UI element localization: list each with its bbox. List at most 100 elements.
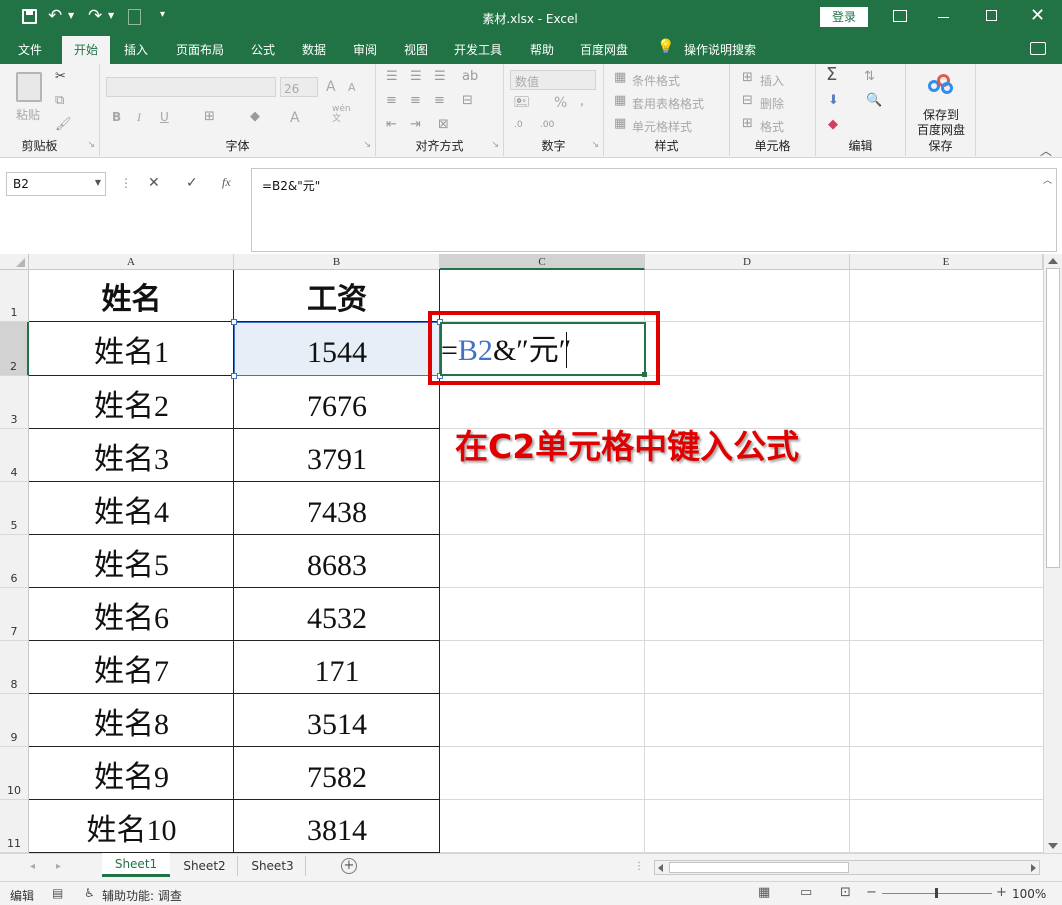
sheet-tab-sheet1[interactable]: Sheet1 [102,853,170,877]
shrink-font-button[interactable]: A [348,81,356,94]
cell-styles-button[interactable]: 单元格样式 [632,118,692,135]
header-cell-name[interactable]: 姓名 [29,278,234,322]
print-preview-icon[interactable] [128,9,141,25]
column-header-d[interactable]: D [645,254,850,270]
insert-cells-button[interactable]: 插入 [760,72,784,89]
formula-input[interactable]: =B2&"元" ︿ [251,168,1057,252]
sheet-tab-sheet2[interactable]: Sheet2 [172,856,238,876]
close-icon[interactable]: ✕ [1030,5,1045,26]
page-layout-view-icon[interactable]: ▭ [800,885,812,900]
tab-tell-me[interactable]: 操作说明搜索 [684,41,756,58]
align-middle-icon[interactable]: ☰ [410,70,422,84]
scroll-up-icon[interactable] [1048,258,1058,264]
scroll-left-icon[interactable] [658,864,663,872]
normal-view-icon[interactable]: ▦ [758,885,770,900]
row-header-2[interactable]: 2 [0,322,29,376]
dialog-launcher-icon[interactable]: ↘ [591,138,599,152]
undo-dropdown-icon[interactable]: ▼ [68,11,74,20]
salary-cell[interactable]: 7676 [234,384,440,429]
zoom-slider-thumb[interactable] [935,888,938,898]
baidu-cloud-icon[interactable] [928,74,954,96]
tab-split-icon[interactable]: ⋮ [634,861,644,872]
name-box-dropdown-icon[interactable]: ▼ [95,178,101,187]
zoom-level[interactable]: 100% [1012,887,1046,901]
tab-file[interactable]: 文件 [18,41,42,58]
tab-developer[interactable]: 开发工具 [454,41,502,58]
salary-cell[interactable]: 171 [234,649,440,694]
format-as-table-icon[interactable]: ▦ [614,94,626,108]
macro-record-icon[interactable]: ▤ [52,886,63,900]
column-header-a[interactable]: A [29,254,234,270]
comments-icon[interactable] [1030,42,1046,55]
salary-cell[interactable]: 3814 [234,808,440,853]
tab-formulas[interactable]: 公式 [251,41,275,58]
fill-color-icon[interactable]: ◆ [250,110,260,124]
row-header-1[interactable]: 1 [0,270,29,322]
save-icon[interactable] [22,9,37,24]
format-painter-icon[interactable]: 🖌 [55,118,72,132]
insert-cells-icon[interactable]: ⊞ [742,71,753,85]
comma-style-icon[interactable]: , [580,95,584,109]
scroll-thumb[interactable] [1046,268,1060,568]
undo-icon[interactable]: ↶ [48,6,62,26]
save-to-baidu-line2[interactable]: 百度网盘 [906,121,976,138]
font-size-dropdown[interactable]: 26 [280,77,318,97]
format-as-table-button[interactable]: 套用表格格式 [632,95,704,112]
salary-cell[interactable]: 4532 [234,596,440,641]
format-cells-icon[interactable]: ⊞ [742,117,753,131]
decrease-indent-icon[interactable]: ⇤ [386,118,397,132]
name-cell[interactable]: 姓名6 [29,596,234,641]
add-sheet-icon[interactable]: + [341,858,357,874]
salary-cell[interactable]: 1544 [234,330,440,376]
row-header-10[interactable]: 10 [0,747,29,800]
grow-font-button[interactable]: A [326,79,336,95]
bold-button[interactable]: B [112,110,121,124]
sheet-tab-sheet3[interactable]: Sheet3 [240,856,306,876]
copy-icon[interactable]: ⧉ [55,94,64,108]
minimize-icon[interactable] [938,17,949,18]
tab-insert[interactable]: 插入 [124,41,148,58]
salary-cell[interactable]: 8683 [234,543,440,588]
borders-icon[interactable]: ⊞ [204,110,215,124]
autosum-icon[interactable]: Σ [826,66,837,84]
underline-button[interactable]: U [160,110,169,124]
prev-sheet-icon[interactable]: ◂ [30,861,35,872]
font-name-dropdown[interactable] [106,77,276,97]
vertical-scrollbar[interactable] [1043,254,1062,853]
salary-cell[interactable]: 7438 [234,490,440,535]
ribbon-display-icon[interactable] [893,10,907,22]
expand-formula-bar-icon[interactable]: ︿ [1043,173,1052,186]
tab-review[interactable]: 审阅 [353,41,377,58]
maximize-icon[interactable] [986,10,997,21]
salary-cell[interactable]: 7582 [234,755,440,800]
cell-styles-icon[interactable]: ▦ [614,117,626,131]
delete-cells-button[interactable]: 删除 [760,95,784,112]
name-cell[interactable]: 姓名7 [29,649,234,694]
increase-decimal-icon[interactable]: .0 [514,118,523,132]
align-right-icon[interactable]: ≡ [434,94,445,108]
phonetic-button[interactable]: wén 文 [332,104,351,124]
align-top-icon[interactable]: ☰ [386,70,398,84]
row-header-11[interactable]: 11 [0,800,29,853]
redo-dropdown-icon[interactable]: ▼ [108,11,114,20]
zoom-out-icon[interactable]: − [866,885,877,900]
cut-icon[interactable]: ✂ [55,70,66,84]
fill-icon[interactable]: ⬇ [828,94,839,108]
find-select-icon[interactable]: 🔍 [866,94,882,108]
insert-function-icon[interactable]: fx [222,175,231,190]
header-cell-salary[interactable]: 工资 [234,278,440,322]
dialog-launcher-icon[interactable]: ↘ [87,138,95,152]
status-accessibility[interactable]: 辅助功能: 调查 [102,887,182,904]
row-header-9[interactable]: 9 [0,694,29,747]
row-header-3[interactable]: 3 [0,376,29,429]
scroll-down-icon[interactable] [1048,843,1058,849]
salary-cell[interactable]: 3514 [234,702,440,747]
row-header-4[interactable]: 4 [0,429,29,482]
conditional-format-button[interactable]: 条件格式 [632,72,680,89]
merge-center-icon[interactable]: ⊠ [438,118,449,132]
name-box[interactable]: B2 ▼ [6,172,106,196]
column-header-c[interactable]: C [440,254,645,270]
row-header-7[interactable]: 7 [0,588,29,641]
cancel-entry-icon[interactable]: ✕ [148,175,160,191]
delete-cells-icon[interactable]: ⊟ [742,94,753,108]
